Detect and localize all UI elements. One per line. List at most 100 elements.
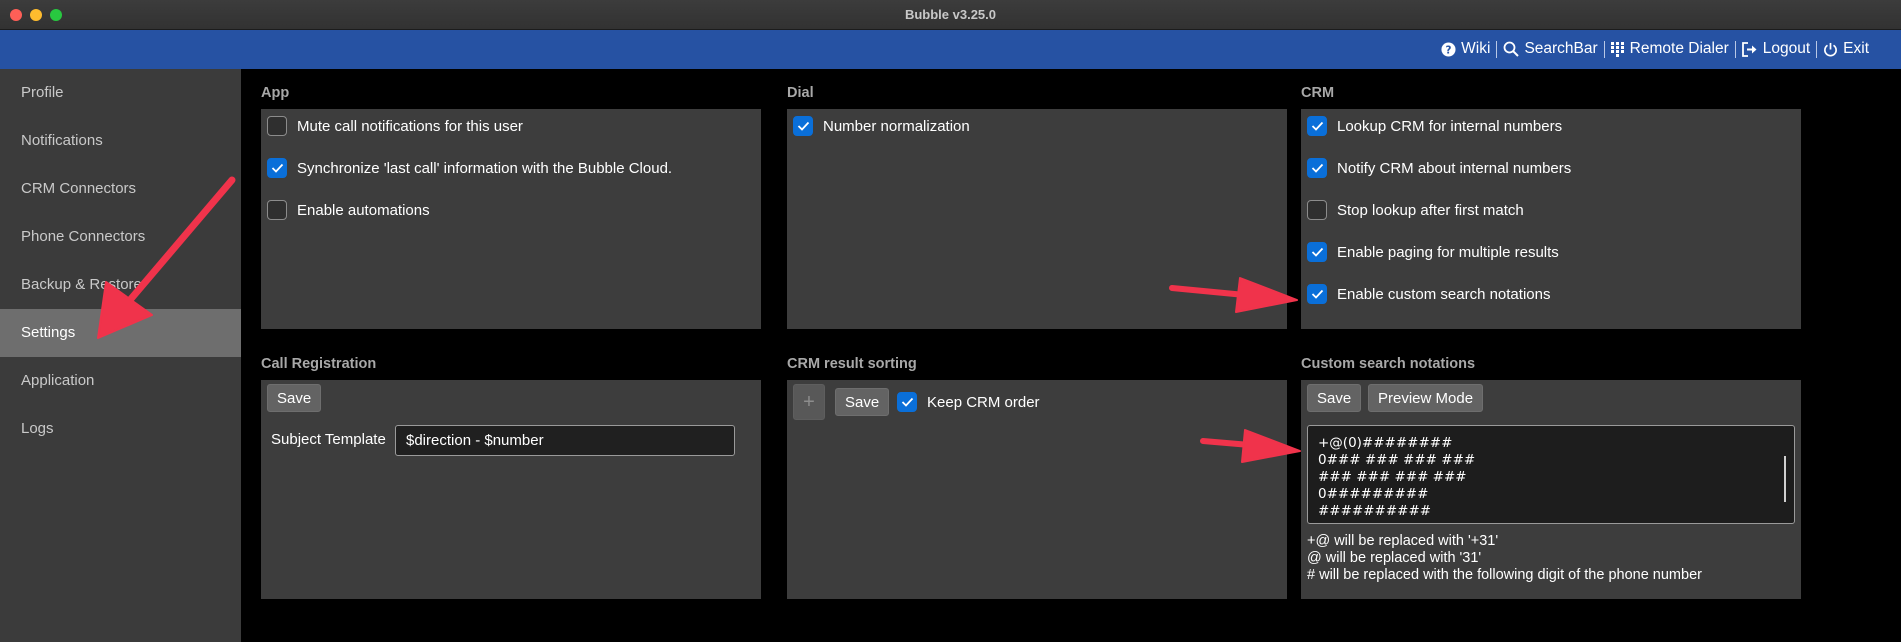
checkmark-icon bbox=[901, 397, 913, 407]
wiki-label: Wiki bbox=[1461, 40, 1491, 57]
stop-lookup-checkbox[interactable] bbox=[1307, 200, 1327, 220]
notations-textarea[interactable]: +@(0)######## 0### ### ### ### ### ### #… bbox=[1307, 425, 1795, 524]
crm-sorting-panel: + Save Keep CRM order bbox=[787, 380, 1287, 599]
checkmark-icon bbox=[1311, 163, 1323, 173]
sidebar-item-notifications[interactable]: Notifications bbox=[0, 117, 241, 165]
enable-automations-option[interactable]: Enable automations bbox=[267, 200, 430, 220]
sidebar-item-backup-restore[interactable]: Backup & Restore bbox=[0, 261, 241, 309]
dialpad-icon bbox=[1610, 41, 1625, 57]
notation-line: ### ### ### ### bbox=[1318, 469, 1467, 485]
crm-section-title: CRM bbox=[1301, 85, 1335, 101]
notation-line: 0######### bbox=[1318, 486, 1429, 502]
enable-paging-option[interactable]: Enable paging for multiple results bbox=[1307, 242, 1559, 262]
lookup-internal-option[interactable]: Lookup CRM for internal numbers bbox=[1307, 116, 1562, 136]
sidebar: Profile Notifications CRM Connectors Pho… bbox=[0, 69, 241, 642]
checkmark-icon bbox=[1311, 247, 1323, 257]
checkmark-icon bbox=[1311, 289, 1323, 299]
keep-crm-order-checkbox[interactable] bbox=[897, 392, 917, 412]
notation-hint: # will be replaced with the following di… bbox=[1307, 567, 1702, 583]
sync-last-call-label: Synchronize 'last call' information with… bbox=[297, 159, 673, 177]
logout-link[interactable]: Logout bbox=[1736, 40, 1816, 58]
textarea-scrollbar[interactable] bbox=[1784, 456, 1786, 502]
mute-notifications-option[interactable]: Mute call notifications for this user bbox=[267, 116, 523, 136]
app-panel: Mute call notifications for this user Sy… bbox=[261, 109, 761, 329]
lookup-internal-label: Lookup CRM for internal numbers bbox=[1337, 117, 1563, 135]
call-registration-save-button[interactable]: Save bbox=[267, 384, 322, 412]
sync-last-call-option[interactable]: Synchronize 'last call' information with… bbox=[267, 158, 672, 178]
app-section-title: App bbox=[261, 85, 290, 101]
subject-template-label: Subject Template bbox=[271, 431, 386, 448]
dial-section: Dial Number normalization bbox=[787, 83, 1287, 333]
call-registration-panel: Save Subject Template $direction - $numb… bbox=[261, 380, 761, 599]
searchbar-link[interactable]: SearchBar bbox=[1497, 40, 1603, 58]
sidebar-item-logs[interactable]: Logs bbox=[0, 405, 241, 453]
keep-crm-order-option[interactable]: Keep CRM order bbox=[897, 392, 1040, 412]
custom-notations-label: Enable custom search notations bbox=[1337, 285, 1551, 303]
preview-mode-button[interactable]: Preview Mode bbox=[1368, 384, 1484, 412]
exit-link[interactable]: Exit bbox=[1817, 40, 1875, 58]
logout-icon bbox=[1741, 41, 1758, 57]
sync-last-call-checkbox[interactable] bbox=[267, 158, 287, 178]
add-sorting-button[interactable]: + bbox=[793, 384, 825, 420]
dial-panel: Number normalization bbox=[787, 109, 1287, 329]
settings-content: App Mute call notifications for this use… bbox=[241, 69, 1901, 642]
sidebar-item-phone-connectors[interactable]: Phone Connectors bbox=[0, 213, 241, 261]
custom-notations-checkbox[interactable] bbox=[1307, 284, 1327, 304]
wiki-link[interactable]: ? Wiki bbox=[1435, 40, 1496, 58]
stop-lookup-label: Stop lookup after first match bbox=[1337, 201, 1524, 219]
number-normalization-checkbox[interactable] bbox=[793, 116, 813, 136]
exit-label: Exit bbox=[1843, 40, 1869, 57]
checkmark-icon bbox=[271, 163, 283, 173]
enable-paging-checkbox[interactable] bbox=[1307, 242, 1327, 262]
custom-notations-panel: Save Preview Mode +@(0)######## 0### ###… bbox=[1301, 380, 1801, 599]
top-nav: ? Wiki SearchBar Remote Dialer Logout Ex… bbox=[1435, 40, 1875, 58]
window-title: Bubble v3.25.0 bbox=[904, 7, 997, 22]
crm-section: CRM Lookup CRM for internal numbers Noti… bbox=[1301, 83, 1801, 333]
crm-panel: Lookup CRM for internal numbers Notify C… bbox=[1301, 109, 1801, 329]
crm-sorting-section: CRM result sorting + Save Keep CRM order bbox=[787, 354, 1287, 599]
notation-line: 0### ### ### ### bbox=[1318, 452, 1476, 468]
svg-text:?: ? bbox=[1446, 44, 1452, 56]
subject-template-input[interactable]: $direction - $number bbox=[395, 425, 735, 456]
sidebar-item-crm-connectors[interactable]: CRM Connectors bbox=[0, 165, 241, 213]
logout-label: Logout bbox=[1762, 40, 1811, 57]
call-registration-section: Call Registration Save Subject Template … bbox=[261, 354, 761, 599]
lookup-internal-checkbox[interactable] bbox=[1307, 116, 1327, 136]
sidebar-item-settings[interactable]: Settings bbox=[0, 309, 241, 357]
number-normalization-label: Number normalization bbox=[823, 117, 970, 135]
crm-sorting-save-button[interactable]: Save bbox=[835, 388, 890, 416]
power-icon bbox=[1823, 42, 1838, 57]
number-normalization-option[interactable]: Number normalization bbox=[793, 116, 970, 136]
searchbar-label: SearchBar bbox=[1524, 40, 1598, 57]
notify-internal-checkbox[interactable] bbox=[1307, 158, 1327, 178]
notation-hint: +@ will be replaced with '+31' bbox=[1307, 533, 1499, 549]
app-section: App Mute call notifications for this use… bbox=[261, 83, 761, 333]
stop-lookup-option[interactable]: Stop lookup after first match bbox=[1307, 200, 1524, 220]
window-titlebar: Bubble v3.25.0 bbox=[0, 0, 1901, 30]
enable-automations-label: Enable automations bbox=[297, 201, 430, 219]
mute-notifications-checkbox[interactable] bbox=[267, 116, 287, 136]
custom-notations-save-button[interactable]: Save bbox=[1307, 384, 1362, 412]
custom-notations-option[interactable]: Enable custom search notations bbox=[1307, 284, 1550, 304]
help-circle-icon: ? bbox=[1441, 41, 1456, 57]
sidebar-item-profile[interactable]: Profile bbox=[0, 69, 241, 117]
custom-notations-title: Custom search notations bbox=[1301, 356, 1476, 372]
checkmark-icon bbox=[1311, 121, 1323, 131]
sidebar-item-application[interactable]: Application bbox=[0, 357, 241, 405]
custom-notations-section: Custom search notations Save Preview Mod… bbox=[1301, 354, 1801, 599]
enable-paging-label: Enable paging for multiple results bbox=[1337, 243, 1559, 261]
keep-crm-order-label: Keep CRM order bbox=[927, 393, 1040, 411]
notify-internal-option[interactable]: Notify CRM about internal numbers bbox=[1307, 158, 1571, 178]
remote-dialer-link[interactable]: Remote Dialer bbox=[1605, 40, 1735, 58]
notify-internal-label: Notify CRM about internal numbers bbox=[1337, 159, 1572, 177]
notation-line: +@(0)######## bbox=[1318, 435, 1453, 451]
enable-automations-checkbox[interactable] bbox=[267, 200, 287, 220]
remote-dialer-label: Remote Dialer bbox=[1629, 40, 1729, 57]
crm-sorting-title: CRM result sorting bbox=[787, 356, 917, 372]
notation-line: ########## bbox=[1318, 503, 1432, 519]
top-bar: ? Wiki SearchBar Remote Dialer Logout Ex… bbox=[0, 30, 1901, 69]
checkmark-icon bbox=[797, 121, 809, 131]
dial-section-title: Dial bbox=[787, 85, 814, 101]
search-icon bbox=[1503, 41, 1520, 57]
call-registration-title: Call Registration bbox=[261, 356, 377, 372]
